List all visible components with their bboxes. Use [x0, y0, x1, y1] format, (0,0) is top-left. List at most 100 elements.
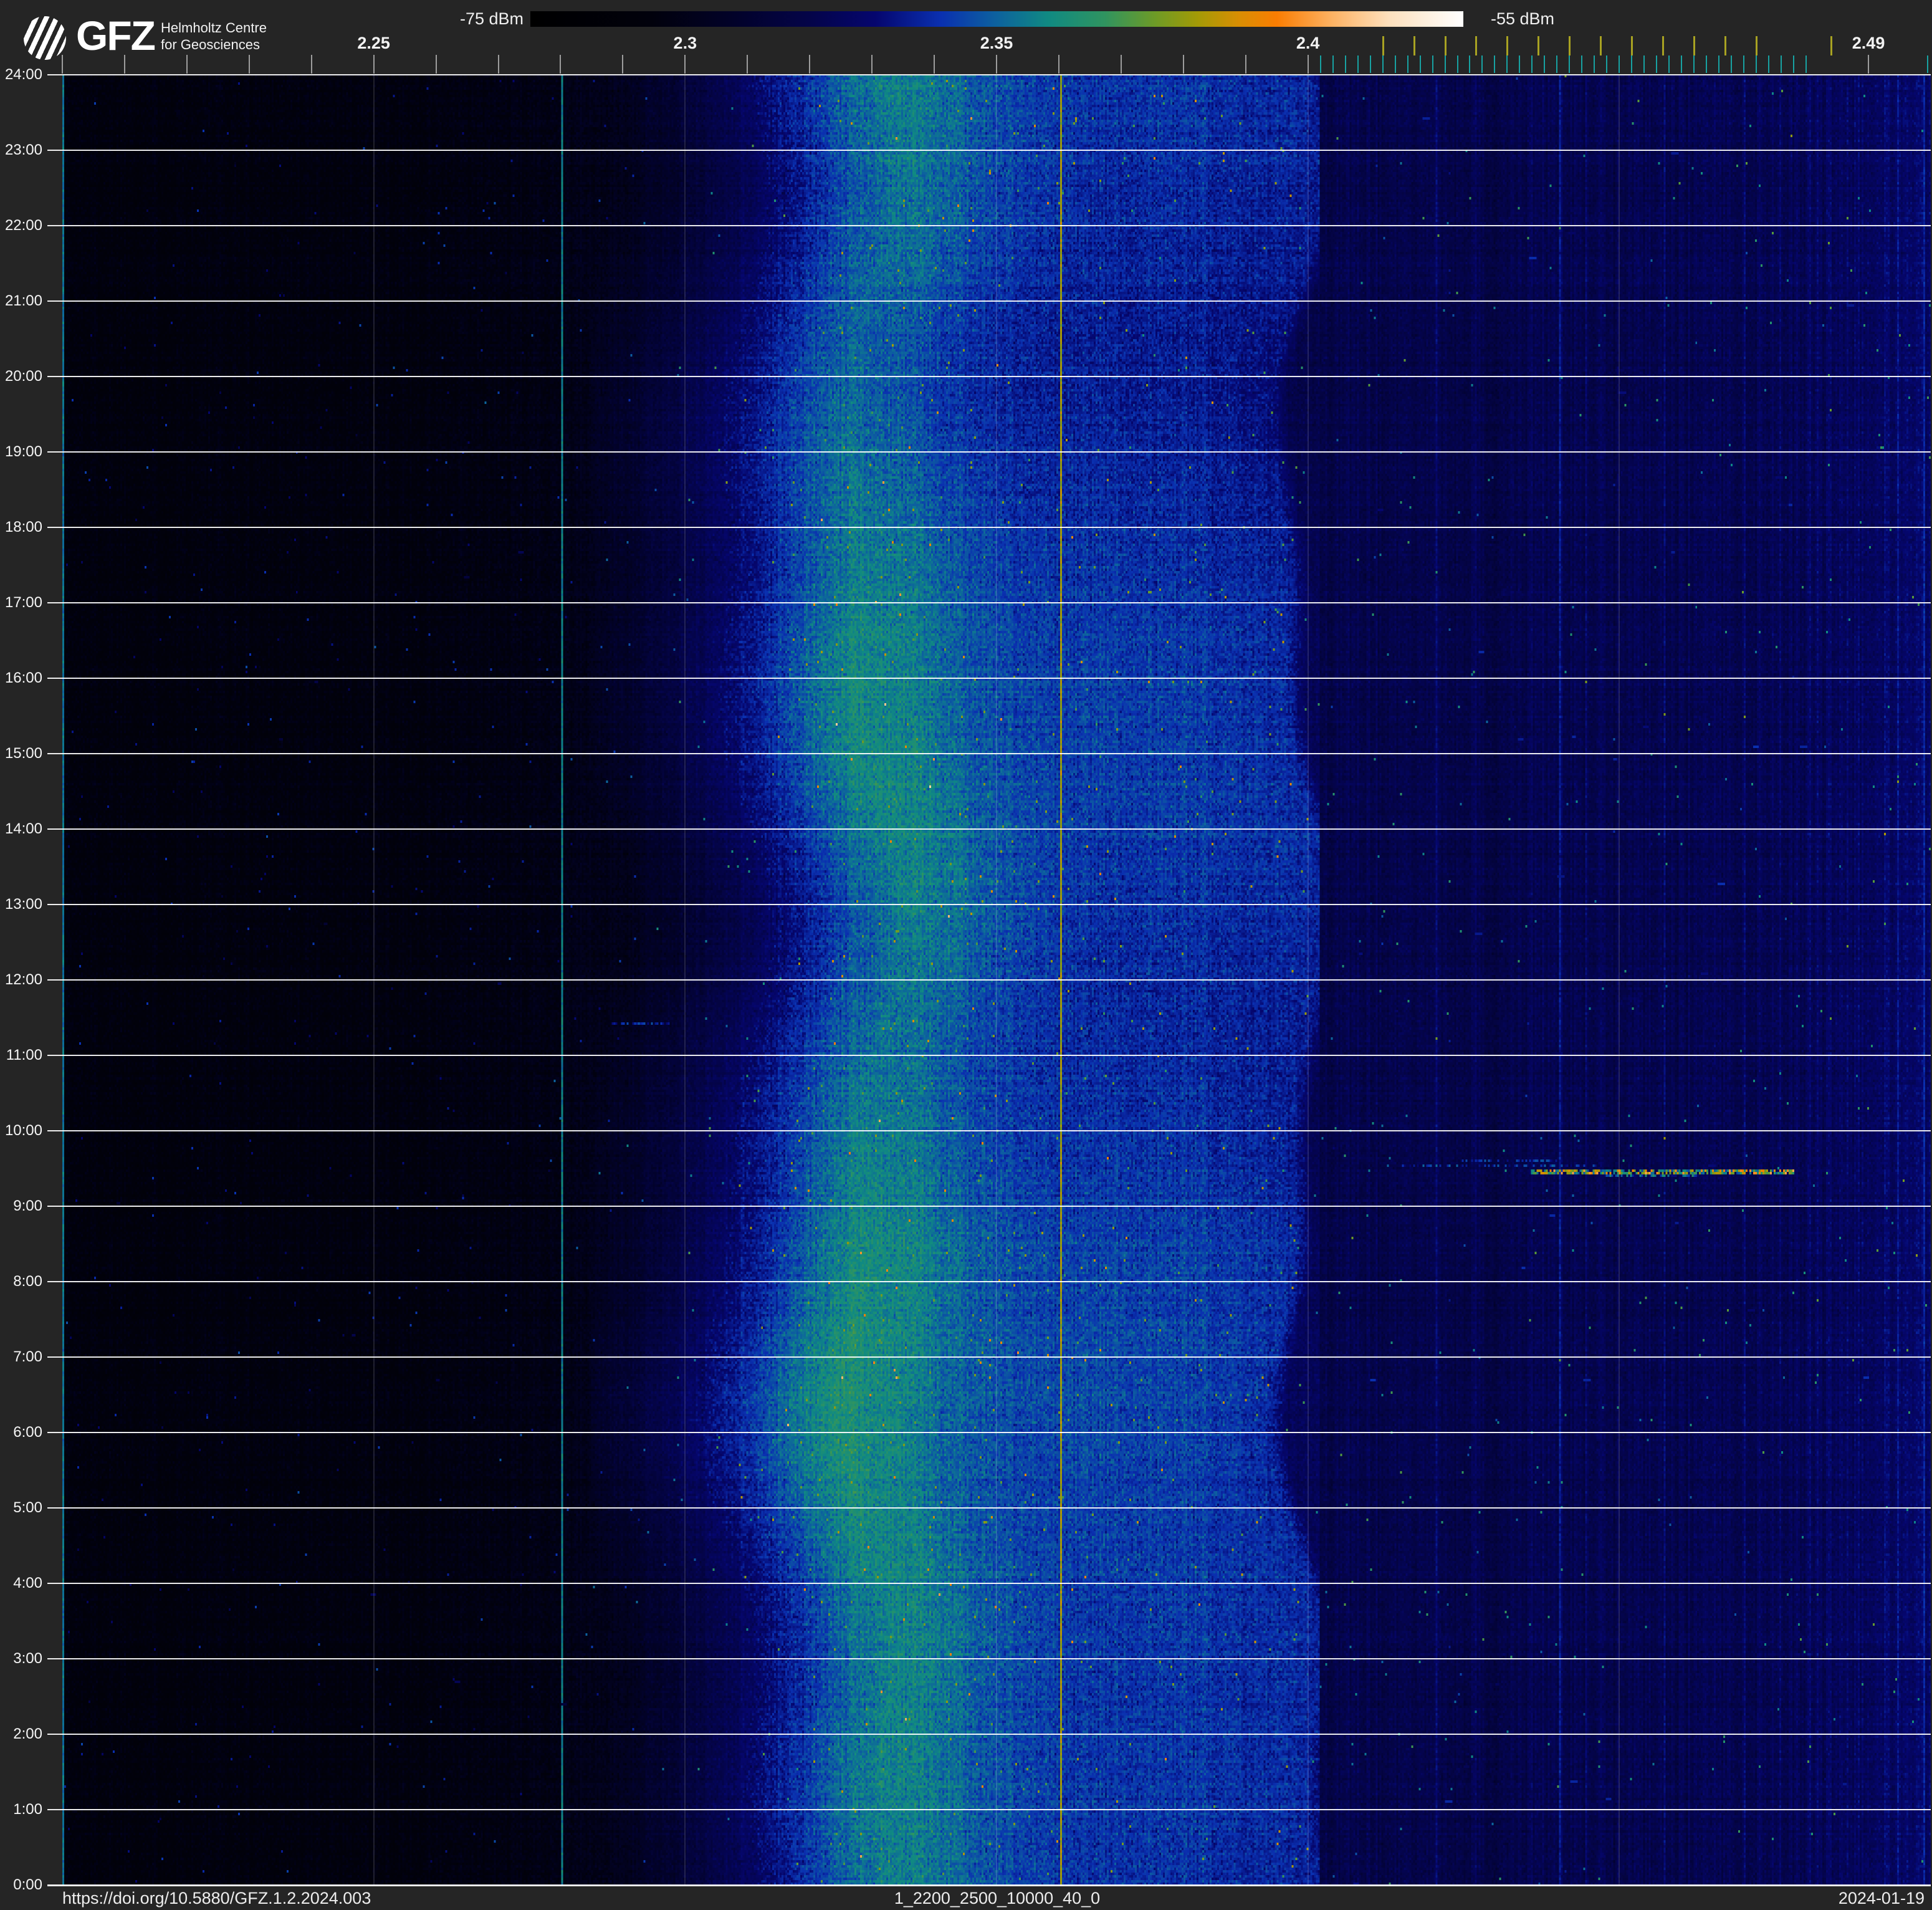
ble-channel-tick: [1494, 55, 1496, 73]
ble-channel-tick: [1444, 55, 1446, 73]
wifi-channel-tick: [1569, 36, 1571, 55]
hour-label: 19:00: [4, 443, 42, 460]
hour-label: 20:00: [4, 368, 42, 385]
freq-major-tick: [809, 55, 811, 74]
ble-channel-tick: [1456, 55, 1458, 73]
freq-major-tick: [684, 55, 686, 74]
freq-major-tick: [1182, 55, 1184, 74]
freq-major-tick: [62, 55, 63, 74]
freq-tick-label: 2.3: [673, 34, 697, 52]
ble-channel-tick: [1631, 55, 1633, 73]
hour-label: 23:00: [4, 142, 42, 158]
ble-channel-tick: [1569, 55, 1571, 73]
date-label: 2024-01-19: [1838, 1889, 1925, 1908]
hour-gridline: [47, 1658, 1931, 1659]
wifi-channel-tick: [1600, 36, 1602, 55]
ble-channel-tick: [1743, 55, 1745, 73]
hour-gridline: [47, 1130, 1931, 1131]
ble-channel-tick: [1756, 55, 1757, 73]
ble-channel-tick: [1531, 55, 1533, 73]
freq-major-tick: [373, 55, 375, 74]
ble-channel-tick: [1681, 55, 1683, 73]
hour-gridline: [47, 376, 1931, 377]
ble-channel-tick: [1768, 55, 1770, 73]
freq-major-tick: [1120, 55, 1122, 74]
gfz-subtitle-line1: Helmholtz Centre: [161, 20, 267, 36]
ble-channel-tick: [1544, 55, 1546, 73]
freq-major-tick: [1245, 55, 1246, 74]
freq-tick-label: 2.4: [1296, 34, 1320, 52]
hour-label: 4:00: [13, 1575, 42, 1591]
hour-label: 7:00: [13, 1348, 42, 1365]
hour-gridline: [47, 1432, 1931, 1433]
hour-gridline: [47, 74, 1931, 75]
ble-channel-tick: [1394, 55, 1396, 73]
freq-major-tick: [996, 55, 997, 74]
hour-label: 12:00: [4, 971, 42, 988]
freq-tick-label: 2.35: [980, 34, 1013, 52]
hour-gridline: [47, 225, 1931, 226]
freq-tick-label: 2.49: [1852, 34, 1885, 52]
hour-label: 21:00: [4, 292, 42, 309]
freq-major-tick: [1307, 55, 1309, 74]
freq-major-tick: [622, 55, 624, 74]
freq-major-tick: [747, 55, 748, 74]
colorbar-min-label: -75 dBm: [459, 9, 524, 28]
ble-channel-tick: [1731, 55, 1733, 73]
hour-gridline: [47, 1356, 1931, 1358]
ble-channel-tick: [1519, 55, 1521, 73]
gfz-subtitle: Helmholtz Centre for Geosciences: [161, 19, 267, 53]
hour-label: 10:00: [4, 1122, 42, 1139]
wifi-channel-tick: [1475, 36, 1478, 55]
hour-gridline: [47, 451, 1931, 453]
ble-channel-tick: [1781, 55, 1782, 73]
hour-label: 11:00: [6, 1047, 42, 1063]
hour-label: 14:00: [4, 820, 42, 837]
gfz-subtitle-line2: for Geosciences: [161, 37, 260, 52]
wifi-channel-tick: [1830, 36, 1833, 55]
ble-channel-tick: [1668, 55, 1670, 73]
wifi-channel-tick: [1693, 36, 1696, 55]
doi-link[interactable]: https://doi.org/10.5880/GFZ.1.2.2024.003: [62, 1889, 371, 1908]
wifi-channel-tick: [1537, 36, 1540, 55]
ble-channel-tick: [1407, 55, 1408, 73]
ble-channel-tick: [1506, 55, 1508, 73]
hour-gridline: [47, 1281, 1931, 1282]
ble-channel-tick: [1581, 55, 1583, 73]
wifi-channel-tick: [1724, 36, 1727, 55]
ble-channel-tick: [1382, 55, 1384, 73]
ble-channel-tick: [1369, 55, 1371, 73]
ble-channel-tick: [1706, 55, 1708, 73]
hour-label: 9:00: [13, 1197, 42, 1214]
freq-major-tick: [186, 55, 188, 74]
colorbar-gradient: [530, 11, 1463, 27]
hour-label: 0:00: [13, 1876, 42, 1893]
freq-major-tick: [871, 55, 873, 74]
freq-tick-label: 2.25: [357, 34, 390, 52]
gfz-brand: GFZ: [76, 12, 156, 59]
hour-label: 8:00: [13, 1273, 42, 1290]
ble-channel-tick: [1594, 55, 1595, 73]
hour-gridline: [47, 1583, 1931, 1584]
hour-gridline: [47, 753, 1931, 754]
gfz-globe-icon: [24, 16, 66, 60]
ble-channel-tick: [1805, 55, 1807, 73]
ble-channel-tick: [1432, 55, 1433, 73]
hour-label: 3:00: [13, 1650, 42, 1667]
hour-gridline: [47, 527, 1931, 528]
freq-major-tick: [560, 55, 562, 74]
hour-gridline: [47, 979, 1931, 981]
hour-gridline: [47, 1734, 1931, 1735]
ble-channel-tick: [1643, 55, 1645, 73]
freq-major-tick: [123, 55, 125, 74]
freq-major-tick: [248, 55, 250, 74]
hour-gridline: [47, 1884, 1931, 1886]
hour-label: 18:00: [4, 519, 42, 535]
hour-label: 16:00: [4, 669, 42, 686]
hour-label: 6:00: [13, 1424, 42, 1441]
freq-major-tick: [1058, 55, 1059, 74]
freq-major-tick: [1868, 55, 1870, 74]
hour-gridline: [47, 1206, 1931, 1207]
ble-channel-tick: [1693, 55, 1695, 73]
hour-gridline: [47, 150, 1931, 151]
